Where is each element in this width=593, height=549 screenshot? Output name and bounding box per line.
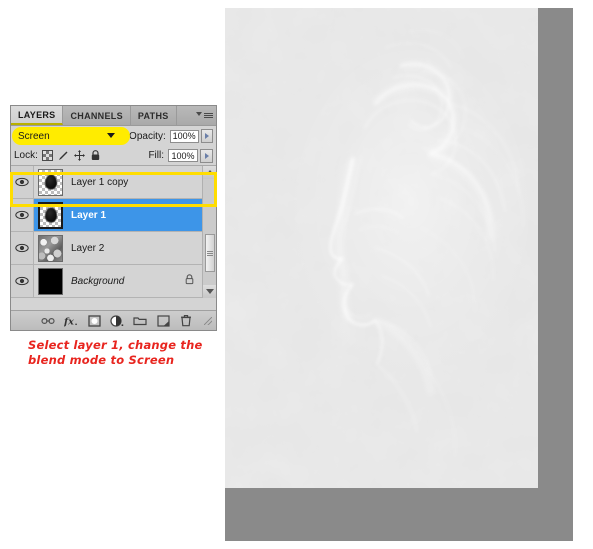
fill-slider-button[interactable] — [200, 148, 213, 163]
layer-visibility-toggle[interactable] — [11, 199, 34, 231]
opacity-label: Opacity: — [129, 130, 166, 142]
panel-tab-bar: LAYERS CHANNELS PATHS — [11, 106, 216, 126]
table-row[interactable]: Layer 2 — [11, 232, 202, 265]
layer-rows: Layer 1 copy Layer 1 Layer 2 Background — [11, 166, 202, 298]
instruction-caption: Select layer 1, change the blend mode to… — [28, 338, 218, 368]
opacity-value: 100% — [172, 131, 196, 141]
layers-panel-toolbar: fx — [11, 310, 216, 330]
table-row[interactable]: Background — [11, 265, 202, 298]
table-row[interactable]: Layer 1 — [11, 199, 202, 232]
layer-name: Layer 2 — [71, 242, 105, 254]
blend-mode-row: Screen Opacity: 100% — [11, 126, 216, 146]
lock-icon-group — [41, 150, 101, 161]
layer-style-fx-icon[interactable]: fx — [64, 314, 78, 328]
scroll-down-arrow[interactable] — [203, 285, 216, 298]
layer-thumbnail[interactable] — [38, 201, 63, 229]
tab-layers[interactable]: LAYERS — [11, 106, 64, 125]
caption-line-1: Select layer 1, change the — [28, 338, 203, 352]
fill-value: 100% — [171, 150, 195, 161]
chevron-down-icon — [107, 133, 116, 138]
layer-locked-icon — [185, 274, 194, 288]
delete-layer-icon[interactable] — [179, 314, 193, 328]
smoke-face-overlay — [293, 30, 529, 457]
tab-bar-filler — [176, 106, 192, 125]
layer-name: Layer 1 copy — [71, 176, 129, 188]
layer-mask-icon[interactable] — [87, 314, 101, 328]
tab-paths-label: PATHS — [137, 110, 169, 121]
table-row[interactable]: Layer 1 copy — [11, 166, 202, 199]
blend-mode-value: Screen — [18, 130, 50, 142]
lock-all-icon[interactable] — [90, 150, 101, 161]
eye-icon — [15, 210, 29, 220]
layer-thumbnail[interactable] — [38, 168, 63, 196]
eye-icon — [15, 276, 29, 286]
layer-visibility-toggle[interactable] — [11, 232, 34, 264]
lock-position-icon[interactable] — [73, 150, 85, 161]
hamburger-icon — [203, 113, 213, 118]
fill-label: Fill: — [148, 150, 164, 161]
tab-channels[interactable]: CHANNELS — [63, 106, 131, 125]
new-layer-icon[interactable] — [156, 314, 170, 328]
eye-icon — [15, 243, 29, 253]
chevron-down-icon — [195, 112, 202, 116]
layer-name: Layer 1 — [71, 209, 107, 221]
lock-row: Lock: Fill: 100% — [11, 146, 216, 166]
panel-resize-grip[interactable] — [204, 316, 212, 325]
fill-input[interactable]: 100% — [168, 149, 198, 162]
scrollbar-grip-icon — [207, 250, 213, 256]
lock-transparency-icon[interactable] — [41, 150, 53, 161]
adjustment-layer-icon[interactable] — [110, 314, 124, 328]
layer-thumbnail[interactable] — [38, 234, 63, 262]
layer-list: Layer 1 copy Layer 1 Layer 2 Background — [11, 166, 216, 298]
lock-image-icon[interactable] — [58, 150, 69, 161]
scroll-up-arrow[interactable] — [203, 166, 216, 179]
opacity-slider-button[interactable] — [200, 129, 214, 143]
lock-label: Lock: — [14, 150, 38, 161]
opacity-input[interactable]: 100% — [169, 129, 199, 143]
layer-name: Background — [71, 275, 125, 287]
blend-mode-dropdown[interactable]: Screen — [12, 127, 130, 145]
layer-thumbnail[interactable] — [38, 267, 63, 295]
svg-text:fx: fx — [64, 316, 74, 327]
layer-list-scrollbar[interactable] — [202, 166, 216, 298]
tab-channels-label: CHANNELS — [70, 110, 123, 121]
eye-icon — [15, 177, 29, 187]
caption-line-2: blend mode to Screen — [28, 353, 175, 367]
scrollbar-thumb[interactable] — [205, 234, 215, 272]
link-layers-icon[interactable] — [41, 314, 55, 328]
layer-visibility-toggle[interactable] — [11, 265, 34, 297]
panel-menu-icon[interactable] — [192, 106, 216, 125]
new-group-icon[interactable] — [133, 314, 147, 328]
layer-visibility-toggle[interactable] — [11, 166, 34, 198]
artwork-preview — [225, 8, 573, 541]
layers-panel: LAYERS CHANNELS PATHS Screen Opacity: 10… — [10, 105, 217, 331]
tab-paths[interactable]: PATHS — [130, 106, 177, 125]
tab-layers-label: LAYERS — [18, 109, 56, 120]
